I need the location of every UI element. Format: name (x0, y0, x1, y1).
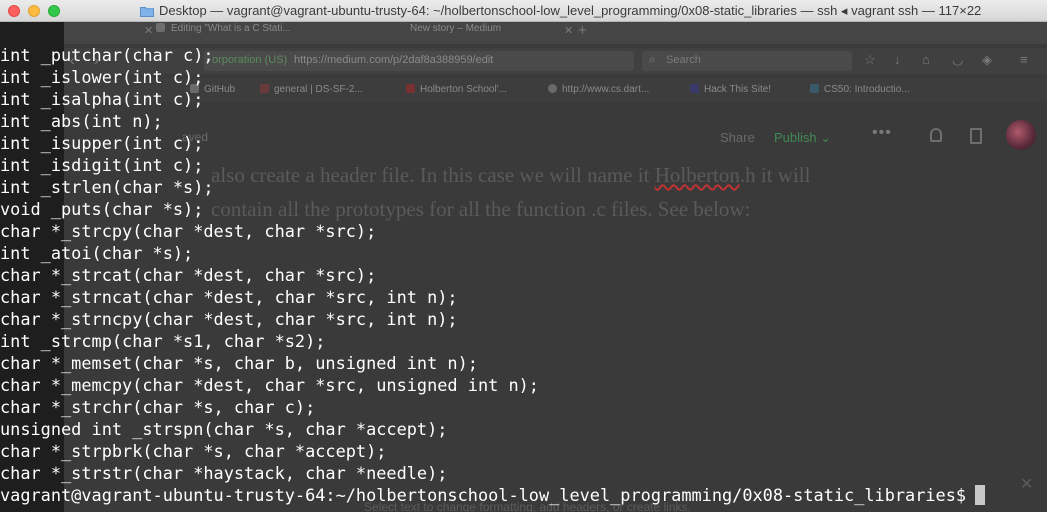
browser-tab-editing[interactable]: Editing "What is a C Stati... (156, 22, 291, 44)
terminal-line: int _putchar(char c); (0, 45, 214, 65)
tab-close-icon[interactable]: ✕ (144, 24, 153, 37)
window-titlebar[interactable]: Desktop — vagrant@vagrant-ubuntu-trusty-… (0, 0, 1047, 22)
browser-tab-bar: Editing "What is a C Stati... ✕ New stor… (64, 22, 1047, 44)
medium-favicon-icon (156, 23, 165, 32)
tab-label: New story – Medium (410, 23, 502, 34)
terminal-line: char *_strncpy(char *dest, char *src, in… (0, 309, 458, 329)
terminal-line: char *_strchr(char *s, char c); (0, 397, 316, 417)
terminal-line: char *_memset(char *s, char b, unsigned … (0, 353, 478, 373)
terminal-line: char *_strncat(char *dest, char *src, in… (0, 287, 458, 307)
terminal-line: char *_memcpy(char *dest, char *src, uns… (0, 375, 539, 395)
minimize-window-button[interactable] (28, 5, 40, 17)
terminal-line: void _puts(char *s); (0, 199, 204, 219)
terminal-line: int _islower(int c); (0, 67, 204, 87)
maximize-window-button[interactable] (48, 5, 60, 17)
folder-icon (140, 6, 154, 17)
terminal-line: int _strcmp(char *s1, char *s2); (0, 331, 326, 351)
terminal-line: int _isdigit(int c); (0, 155, 204, 175)
terminal-line: unsigned int _strspn(char *s, char *acce… (0, 419, 448, 439)
close-window-button[interactable] (8, 5, 20, 17)
terminal-line: int _atoi(char *s); (0, 243, 194, 263)
shell-prompt: vagrant@vagrant-ubuntu-trusty-64:~/holbe… (0, 485, 967, 505)
terminal-line: char *_strpbrk(char *s, char *accept); (0, 441, 387, 461)
terminal-line: int _abs(int n); (0, 111, 163, 131)
terminal-cursor (975, 485, 986, 505)
terminal-line: int _strlen(char *s); (0, 177, 214, 197)
browser-tab-new-story[interactable]: New story – Medium (410, 22, 501, 44)
tab-label: Editing "What is a C Stati... (171, 23, 291, 34)
window-title: Desktop — vagrant@vagrant-ubuntu-trusty-… (159, 3, 982, 18)
new-tab-button[interactable]: + (578, 22, 587, 39)
terminal-output[interactable]: int _putchar(char c); int _islower(int c… (0, 44, 1047, 506)
terminal-line: char *_strcpy(char *dest, char *src); (0, 221, 377, 241)
window-title-area: Desktop — vagrant@vagrant-ubuntu-trusty-… (140, 0, 1040, 22)
terminal-line: int _isalpha(int c); (0, 89, 204, 109)
terminal-line: char *_strcat(char *dest, char *src); (0, 265, 377, 285)
terminal-prompt-line[interactable]: vagrant@vagrant-ubuntu-trusty-64:~/holbe… (0, 484, 1047, 506)
terminal-line: int _isupper(int c); (0, 133, 204, 153)
terminal-line: char *_strstr(char *haystack, char *need… (0, 463, 448, 483)
tab-close-icon[interactable]: ✕ (564, 24, 573, 37)
